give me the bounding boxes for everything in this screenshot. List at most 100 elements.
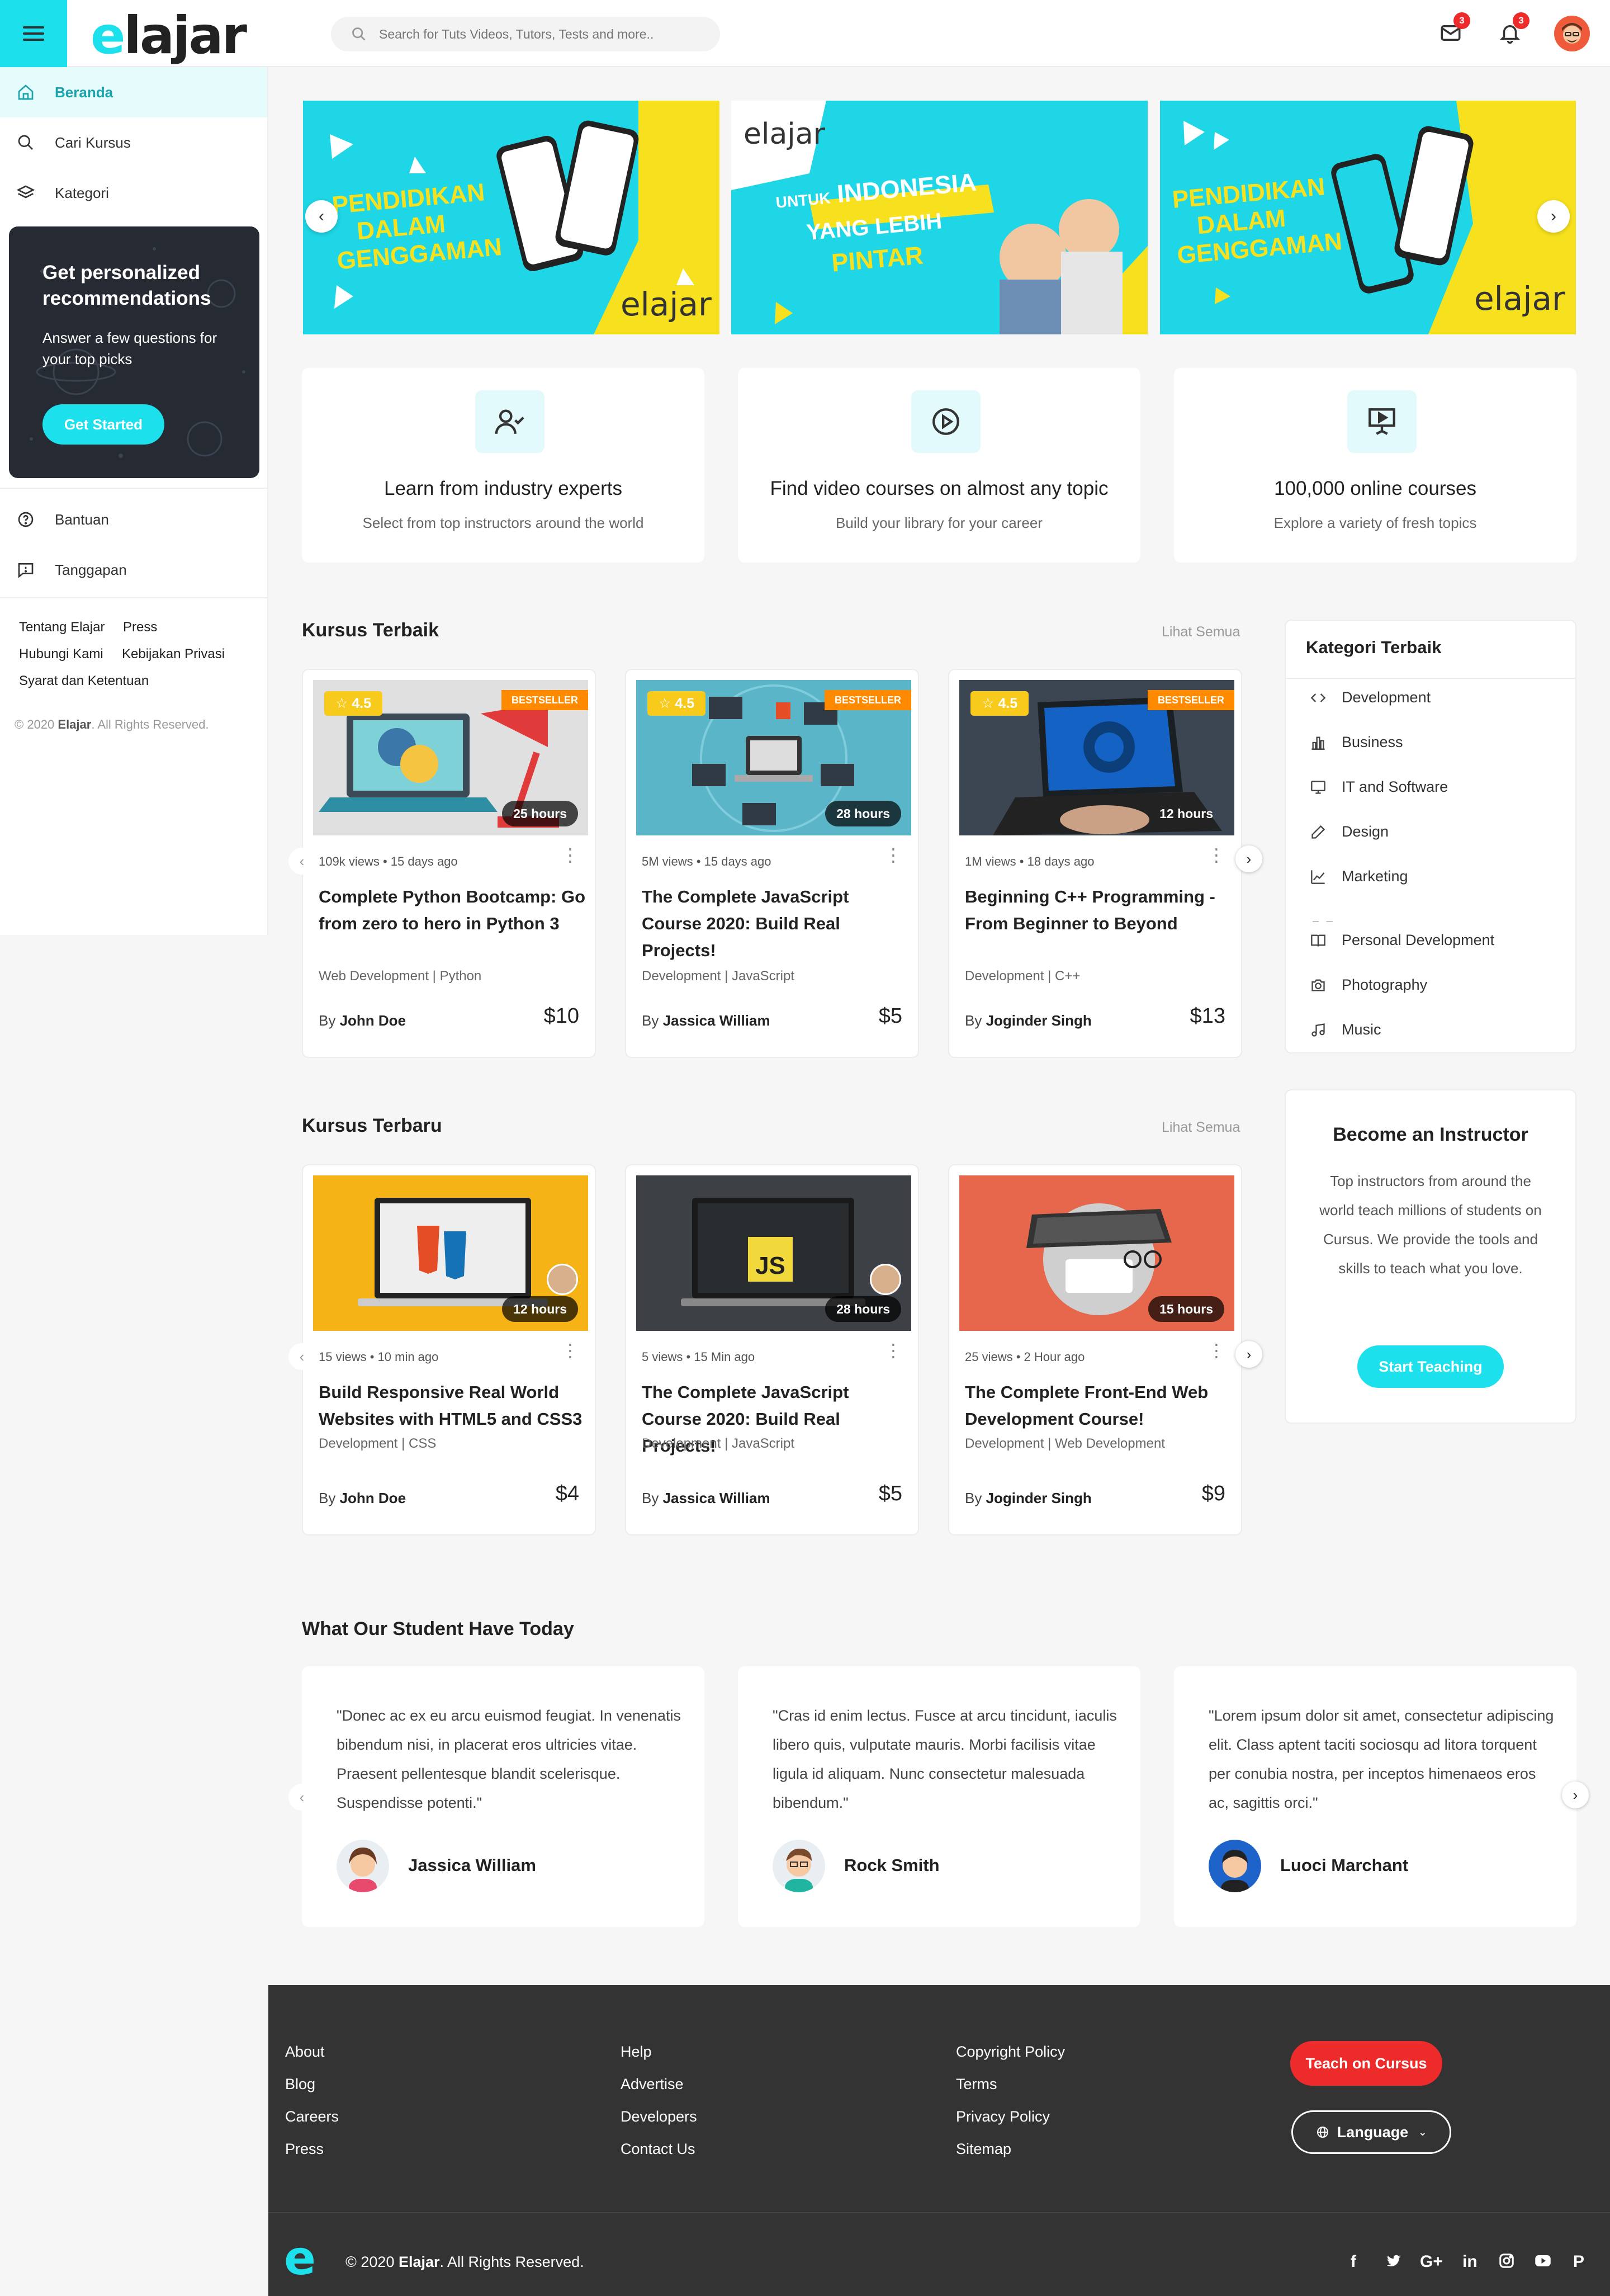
testimonial-prev-button[interactable]: ‹ bbox=[288, 1784, 315, 1811]
more-options-icon[interactable]: ⋮ bbox=[1208, 844, 1225, 866]
pinterest-icon[interactable]: P bbox=[1573, 2252, 1584, 2271]
banner-slide-1[interactable]: PENDIDIKAN DALAM GENGGAMAN elajar bbox=[303, 101, 719, 334]
category-development[interactable]: Development bbox=[1310, 689, 1431, 706]
linkedin-icon[interactable]: in bbox=[1462, 2252, 1478, 2271]
sidebar-item-tanggapan[interactable]: Tanggapan bbox=[0, 545, 267, 595]
category-personal-development[interactable]: Personal Development bbox=[1310, 932, 1494, 949]
footer-link-careers[interactable]: Careers bbox=[285, 2108, 339, 2125]
course-card[interactable]: ☆ 4.5 BESTSELLER 12 hours 1M views • 18 … bbox=[948, 669, 1242, 1058]
instructor-title: Become an Instructor bbox=[1333, 1124, 1528, 1145]
mail-button[interactable]: 3 bbox=[1437, 12, 1470, 47]
banner-prev-button[interactable]: ‹ bbox=[305, 200, 338, 233]
more-options-icon[interactable]: ⋮ bbox=[1208, 1340, 1225, 1361]
best-prev-button[interactable]: ‹ bbox=[288, 848, 315, 875]
language-select[interactable]: Language ⌄ bbox=[1291, 2110, 1451, 2154]
elajar-logo[interactable]: elajar bbox=[91, 6, 247, 65]
facebook-icon[interactable]: f bbox=[1351, 2252, 1356, 2271]
camera-icon bbox=[1311, 979, 1325, 991]
footer-link-advertise[interactable]: Advertise bbox=[621, 2076, 684, 2093]
sidebar-link-syarat[interactable]: Syarat dan Ketentuan bbox=[19, 673, 149, 689]
teach-on-cursus-button[interactable]: Teach on Cursus bbox=[1290, 2041, 1442, 2086]
course-title[interactable]: Build Responsive Real World Websites wit… bbox=[319, 1379, 586, 1433]
more-options-icon[interactable]: ⋮ bbox=[561, 1340, 579, 1361]
course-title[interactable]: The Complete JavaScript Course 2020: Bui… bbox=[642, 884, 909, 964]
course-card[interactable]: 12 hours 15 views • 10 min ago ⋮ Build R… bbox=[302, 1164, 596, 1536]
course-card[interactable]: ☆ 4.5 BESTSELLER 28 hours 5M views • 15 … bbox=[625, 669, 919, 1058]
course-price: $5 bbox=[878, 1004, 902, 1028]
banner-next-button[interactable]: › bbox=[1537, 200, 1570, 233]
youtube-icon[interactable] bbox=[1533, 2252, 1553, 2274]
duration-badge: 12 hours bbox=[502, 1296, 578, 1322]
google-plus-icon[interactable]: G+ bbox=[1420, 2252, 1443, 2271]
search-bar[interactable] bbox=[331, 17, 720, 51]
sidebar-link-hubungi[interactable]: Hubungi Kami bbox=[19, 646, 103, 662]
feature-title: 100,000 online courses bbox=[1274, 478, 1476, 499]
play-circle-icon bbox=[911, 390, 981, 453]
more-options-icon[interactable]: ⋮ bbox=[561, 844, 579, 866]
footer-link-about[interactable]: About bbox=[285, 2043, 325, 2061]
sidebar-item-beranda[interactable]: Beranda bbox=[0, 67, 267, 117]
top-categories-panel: Kategori Terbaik Development Business IT… bbox=[1285, 620, 1576, 1053]
sidebar-item-kategori[interactable]: Kategori bbox=[0, 168, 267, 218]
footer-link-developers[interactable]: Developers bbox=[621, 2108, 697, 2125]
course-meta: 25 views • 2 Hour ago bbox=[965, 1350, 1085, 1364]
sidebar-item-bantuan[interactable]: Bantuan bbox=[0, 494, 267, 545]
sidebar-link-privasi[interactable]: Kebijakan Privasi bbox=[122, 646, 225, 662]
get-started-button[interactable]: Get Started bbox=[42, 404, 164, 445]
course-title[interactable]: Complete Python Bootcamp: Go from zero t… bbox=[319, 884, 586, 937]
testimonial-next-button[interactable]: › bbox=[1562, 1782, 1589, 1808]
banner-3-brand: elajar bbox=[1474, 280, 1565, 318]
sidebar-link-press[interactable]: Press bbox=[123, 620, 157, 635]
footer-link-blog[interactable]: Blog bbox=[285, 2076, 315, 2093]
course-price: $10 bbox=[543, 1004, 579, 1028]
user-avatar[interactable] bbox=[1554, 16, 1590, 51]
best-next-button[interactable]: › bbox=[1235, 845, 1262, 872]
start-teaching-button[interactable]: Start Teaching bbox=[1357, 1345, 1504, 1388]
search-input[interactable] bbox=[379, 26, 714, 42]
duration-badge: 25 hours bbox=[502, 801, 578, 826]
course-price: $9 bbox=[1201, 1482, 1225, 1505]
footer-link-copyright-policy[interactable]: Copyright Policy bbox=[956, 2043, 1065, 2061]
more-options-icon[interactable]: ⋮ bbox=[884, 1340, 902, 1361]
more-options-icon[interactable]: ⋮ bbox=[884, 844, 902, 866]
footer-link-help[interactable]: Help bbox=[621, 2043, 652, 2061]
svg-text:JS: JS bbox=[755, 1252, 785, 1279]
menu-toggle-button[interactable] bbox=[0, 0, 67, 67]
categories-title: Kategori Terbaik bbox=[1306, 637, 1442, 657]
instagram-icon[interactable] bbox=[1498, 2252, 1515, 2274]
category-business[interactable]: Business bbox=[1310, 734, 1403, 751]
banner-slide-2[interactable]: elajar UNTUK INDONESIA YANG LEBIH PINTAR bbox=[731, 101, 1148, 334]
rating-badge: ☆ 4.5 bbox=[324, 691, 383, 716]
see-all-best-link[interactable]: Lihat Semua bbox=[1162, 624, 1240, 640]
notification-button[interactable]: 3 bbox=[1496, 12, 1530, 47]
twitter-icon[interactable] bbox=[1384, 2252, 1403, 2274]
course-thumbnail: ☆ 4.5 BESTSELLER 25 hours bbox=[313, 680, 588, 835]
banner-slide-3[interactable]: PENDIDIKAN DALAM GENGGAMAN elajar bbox=[1160, 101, 1576, 334]
course-card[interactable]: 15 hours 25 views • 2 Hour ago ⋮ The Com… bbox=[948, 1164, 1242, 1536]
sidebar-item-cari-kursus[interactable]: Cari Kursus bbox=[0, 117, 267, 168]
course-price: $13 bbox=[1190, 1004, 1225, 1028]
sidebar-link-tentang[interactable]: Tentang Elajar bbox=[19, 620, 105, 635]
see-all-newest-link[interactable]: Lihat Semua bbox=[1162, 1119, 1240, 1136]
footer-link-terms[interactable]: Terms bbox=[956, 2076, 997, 2093]
footer-link-privacy[interactable]: Privacy Policy bbox=[956, 2108, 1050, 2125]
course-card[interactable]: ☆ 4.5 BESTSELLER 25 hours 109k views • 1… bbox=[302, 669, 596, 1058]
category-photography[interactable]: Photography bbox=[1310, 976, 1427, 994]
footer-link-contact[interactable]: Contact Us bbox=[621, 2141, 695, 2158]
category-it-software[interactable]: IT and Software bbox=[1310, 778, 1448, 796]
footer-link-press[interactable]: Press bbox=[285, 2141, 324, 2158]
newest-prev-button[interactable]: ‹ bbox=[288, 1343, 315, 1370]
newest-next-button[interactable]: › bbox=[1235, 1341, 1262, 1368]
testimonial-quote: "Cras id enim lectus. Fusce at arcu tinc… bbox=[773, 1707, 1117, 1811]
course-title[interactable]: Beginning C++ Programming - From Beginne… bbox=[965, 884, 1232, 937]
top-header: elajar 3 3 bbox=[0, 0, 1610, 67]
category-marketing[interactable]: Marketing bbox=[1310, 868, 1408, 885]
mail-count-badge: 3 bbox=[1453, 12, 1470, 29]
category-design[interactable]: Design bbox=[1310, 823, 1389, 840]
course-card[interactable]: JS 28 hours 5 views • 15 Min ago ⋮ The C… bbox=[625, 1164, 919, 1536]
footer-link-sitemap[interactable]: Sitemap bbox=[956, 2141, 1011, 2158]
course-thumbnail: ☆ 4.5 BESTSELLER 12 hours bbox=[959, 680, 1234, 835]
category-music[interactable]: Music bbox=[1310, 1021, 1381, 1038]
bestseller-badge: BESTSELLER bbox=[1147, 690, 1234, 710]
course-title[interactable]: The Complete Front-End Web Development C… bbox=[965, 1379, 1232, 1433]
